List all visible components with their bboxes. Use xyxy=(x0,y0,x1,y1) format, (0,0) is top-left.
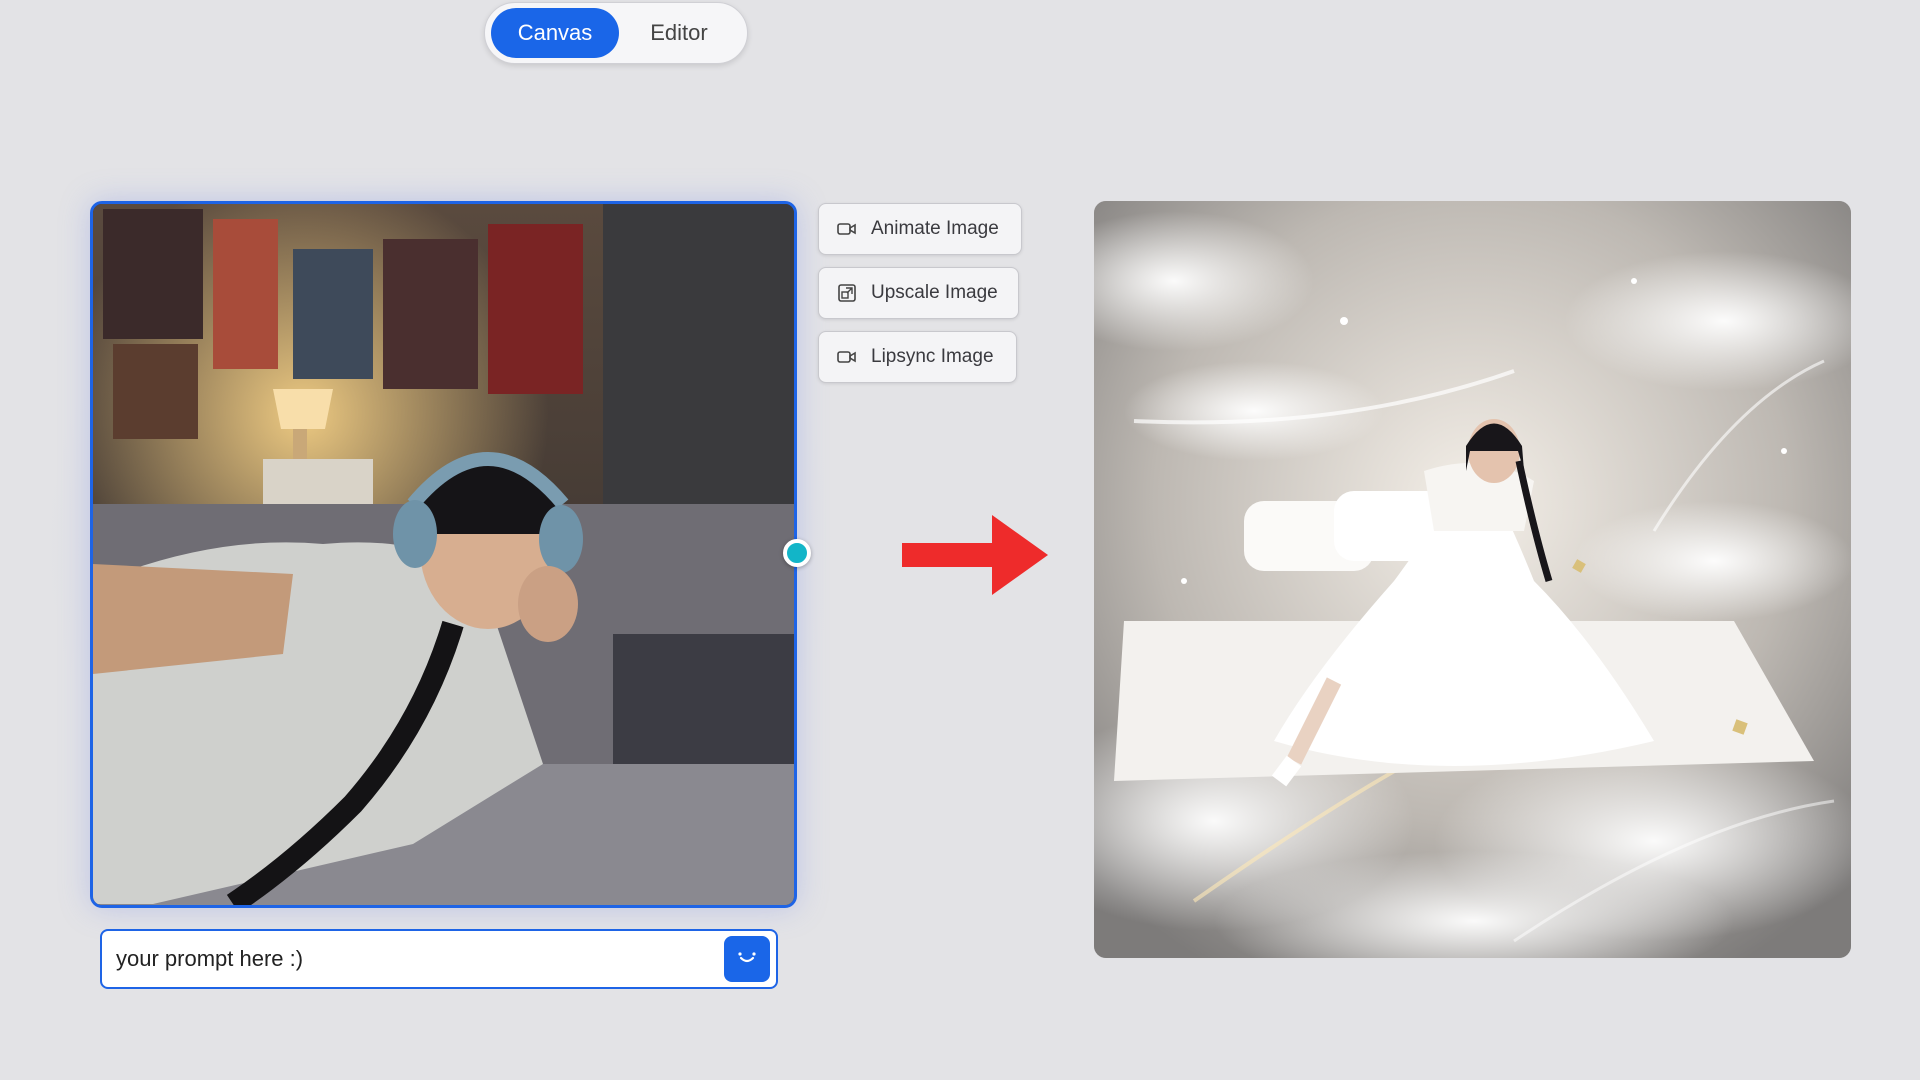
source-image[interactable] xyxy=(90,201,797,908)
result-image[interactable] xyxy=(1094,201,1851,958)
mode-toggle: Canvas Editor xyxy=(484,2,748,64)
connector-handle[interactable] xyxy=(783,539,811,567)
tab-canvas[interactable]: Canvas xyxy=(491,8,619,58)
send-button[interactable] xyxy=(724,936,770,982)
smile-icon xyxy=(735,945,759,974)
lipsync-image-label: Lipsync Image xyxy=(871,346,994,367)
upscale-image-label: Upscale Image xyxy=(871,282,998,303)
tab-editor[interactable]: Editor xyxy=(619,8,739,58)
prompt-box xyxy=(100,929,778,989)
prompt-input[interactable] xyxy=(114,945,724,973)
upscale-image-button[interactable]: Upscale Image xyxy=(818,267,1019,319)
lipsync-image-button[interactable]: Lipsync Image xyxy=(818,331,1017,383)
video-camera-icon xyxy=(837,347,857,367)
arrow-right-icon xyxy=(902,515,1048,595)
result-photo-illustration xyxy=(1094,201,1851,958)
animate-image-button[interactable]: Animate Image xyxy=(818,203,1022,255)
animate-image-label: Animate Image xyxy=(871,218,999,239)
video-camera-icon xyxy=(837,219,857,239)
upscale-icon xyxy=(837,283,857,303)
source-photo-illustration xyxy=(93,204,794,905)
